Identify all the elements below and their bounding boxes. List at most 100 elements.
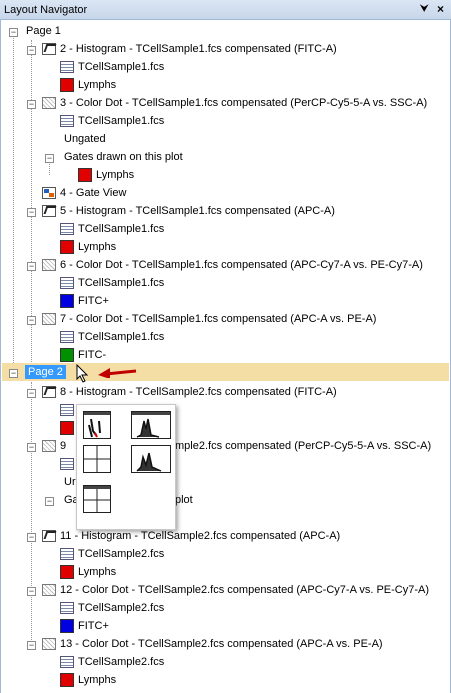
sample-file-icon xyxy=(60,223,74,235)
tree-item-histogram[interactable]: 2 - Histogram - TCellSample1.fcs compens… xyxy=(42,40,337,58)
panel-titlebar: Layout Navigator ⮟ × xyxy=(0,0,451,20)
tree-item-color-dot[interactable]: 7 - Color Dot - TCellSample1.fcs compens… xyxy=(42,310,376,328)
sample-file-icon xyxy=(60,331,74,343)
close-icon[interactable]: × xyxy=(437,2,444,16)
tree-item-sample[interactable]: TCellSample1.fcs xyxy=(60,328,164,346)
tree-item-color-dot[interactable]: 3 - Color Dot - TCellSample1.fcs compens… xyxy=(42,94,427,112)
thumbnail-gateview-icon xyxy=(83,445,111,473)
tree-item-gate[interactable]: Lymphs xyxy=(60,238,116,256)
item-label: TCellSample1.fcs xyxy=(78,223,165,235)
pin-icon[interactable]: ⮟ xyxy=(420,3,429,16)
tree-item-gate[interactable]: Lymphs xyxy=(60,76,116,94)
gate-color-swatch xyxy=(78,168,92,182)
thumbnail-dotplot-icon xyxy=(83,411,111,439)
item-label: 7 - Color Dot - TCellSample1.fcs compens… xyxy=(60,313,377,325)
histogram-icon xyxy=(42,386,56,398)
tree-item-sample[interactable]: TCellSample2.fcs xyxy=(60,545,164,563)
tree-item-color-dot-tail: mple2.fcs compensated (PerCP-Cy5-5-A vs.… xyxy=(175,437,431,455)
tree-item-gate[interactable]: FITC- xyxy=(60,346,106,364)
collapse-icon[interactable]: − xyxy=(9,369,18,378)
collapse-icon[interactable]: − xyxy=(27,533,36,542)
collapse-icon[interactable]: − xyxy=(27,208,36,217)
gate-color-swatch xyxy=(60,294,74,308)
item-label: FITC+ xyxy=(78,620,109,632)
item-label: Lymphs xyxy=(78,79,117,91)
item-label: 11 - Histogram - TCellSample2.fcs compen… xyxy=(60,530,341,542)
collapse-icon[interactable]: − xyxy=(45,497,54,506)
collapse-icon[interactable]: − xyxy=(27,316,36,325)
item-label: 4 - Gate View xyxy=(60,187,127,199)
histogram-icon xyxy=(42,205,56,217)
tree-item-sample[interactable]: TCellSample1.fcs xyxy=(60,112,164,130)
tree-item-color-dot[interactable]: 9 xyxy=(42,437,66,455)
tree-item-ungated[interactable]: Ur xyxy=(64,473,76,491)
sample-file-icon xyxy=(60,61,74,73)
tree-item-gate[interactable]: Lymphs xyxy=(60,671,116,689)
tree-item-sample[interactable]: TCellSample2.fcs xyxy=(60,653,164,671)
item-label: 3 - Color Dot - TCellSample1.fcs compens… xyxy=(60,97,428,109)
gate-color-swatch xyxy=(60,565,74,579)
item-label: 9 xyxy=(60,440,67,452)
tree-item-histogram[interactable]: 5 - Histogram - TCellSample1.fcs compens… xyxy=(42,202,335,220)
tree-item-sample[interactable]: TCellSample1.fcs xyxy=(60,220,164,238)
tree-item-gate-view[interactable]: 4 - Gate View xyxy=(42,184,126,202)
collapse-icon[interactable]: − xyxy=(27,641,36,650)
gate-color-swatch xyxy=(60,673,74,687)
tree-line xyxy=(13,36,14,375)
tree-page-2[interactable]: Page 2 xyxy=(25,363,66,381)
item-label: TCellSample1.fcs xyxy=(78,115,165,127)
sample-file-icon xyxy=(60,602,74,614)
page-label: Page 1 xyxy=(26,25,61,37)
item-label: 13 - Color Dot - TCellSample2.fcs compen… xyxy=(60,638,383,650)
collapse-icon[interactable]: − xyxy=(27,443,36,452)
item-label: Lymphs xyxy=(78,566,117,578)
tree-item-ungated[interactable]: Ungated xyxy=(64,130,106,148)
tree-item-sample[interactable]: TCellSample1.fcs xyxy=(60,58,164,76)
item-label: 12 - Color Dot - TCellSample2.fcs compen… xyxy=(60,584,430,596)
red-arrow-icon xyxy=(98,368,137,378)
item-label: Ungated xyxy=(64,133,106,145)
thumbnail-histogram-icon xyxy=(131,445,171,473)
sample-file-icon xyxy=(60,115,74,127)
tree-item-sample[interactable]: TCellSample1.fcs xyxy=(60,274,164,292)
gate-color-swatch xyxy=(60,78,74,92)
item-label: 2 - Histogram - TCellSample1.fcs compens… xyxy=(60,43,337,55)
item-label: TCellSample1.fcs xyxy=(78,61,165,73)
tree-item-color-dot[interactable]: 6 - Color Dot - TCellSample1.fcs compens… xyxy=(42,256,423,274)
item-label: mple2.fcs compensated (PerCP-Cy5-5-A vs.… xyxy=(175,440,432,452)
collapse-icon[interactable]: − xyxy=(27,262,36,271)
item-label: TCellSample2.fcs xyxy=(78,602,165,614)
collapse-icon[interactable]: − xyxy=(27,587,36,596)
tree-item-color-dot[interactable]: 12 - Color Dot - TCellSample2.fcs compen… xyxy=(42,581,429,599)
page-label: Page 2 xyxy=(25,365,66,379)
tree-item-gate[interactable]: FITC+ xyxy=(60,292,109,310)
histogram-icon xyxy=(42,530,56,542)
item-label: Lymphs xyxy=(78,674,117,686)
gate-color-swatch xyxy=(60,421,74,435)
panel-title: Layout Navigator xyxy=(4,4,88,16)
sample-file-icon xyxy=(60,458,74,470)
item-label: FITC+ xyxy=(78,295,109,307)
tree-item-gate[interactable]: Lymphs xyxy=(78,166,134,184)
gate-color-swatch xyxy=(60,240,74,254)
collapse-icon[interactable]: − xyxy=(27,389,36,398)
item-label: 8 - Histogram - TCellSample2.fcs compens… xyxy=(60,386,337,398)
tree-item-color-dot[interactable]: 13 - Color Dot - TCellSample2.fcs compen… xyxy=(42,635,383,653)
tree-item-gates-drawn[interactable]: Gates drawn on this plot xyxy=(64,148,183,166)
drop-target-highlight xyxy=(2,363,449,381)
item-label: 5 - Histogram - TCellSample1.fcs compens… xyxy=(60,205,335,217)
collapse-icon[interactable]: − xyxy=(45,154,54,163)
collapse-icon[interactable]: − xyxy=(27,100,36,109)
collapse-icon[interactable]: − xyxy=(9,28,18,37)
tree-item-gate[interactable]: FITC+ xyxy=(60,617,109,635)
collapse-icon[interactable]: − xyxy=(27,46,36,55)
tree-item-histogram[interactable]: 8 - Histogram - TCellSample2.fcs compens… xyxy=(42,383,337,401)
tree-item-sample[interactable]: TCellSample2.fcs xyxy=(60,599,164,617)
tree-item-gates-drawn-tail: plot xyxy=(175,491,193,509)
histogram-icon xyxy=(42,43,56,55)
tree-page-1[interactable]: Page 1 xyxy=(26,22,61,40)
item-label: Lymphs xyxy=(96,169,135,181)
tree-item-gate[interactable]: Lymphs xyxy=(60,563,116,581)
item-label: FITC- xyxy=(78,349,107,361)
dot-plot-icon xyxy=(42,638,56,650)
